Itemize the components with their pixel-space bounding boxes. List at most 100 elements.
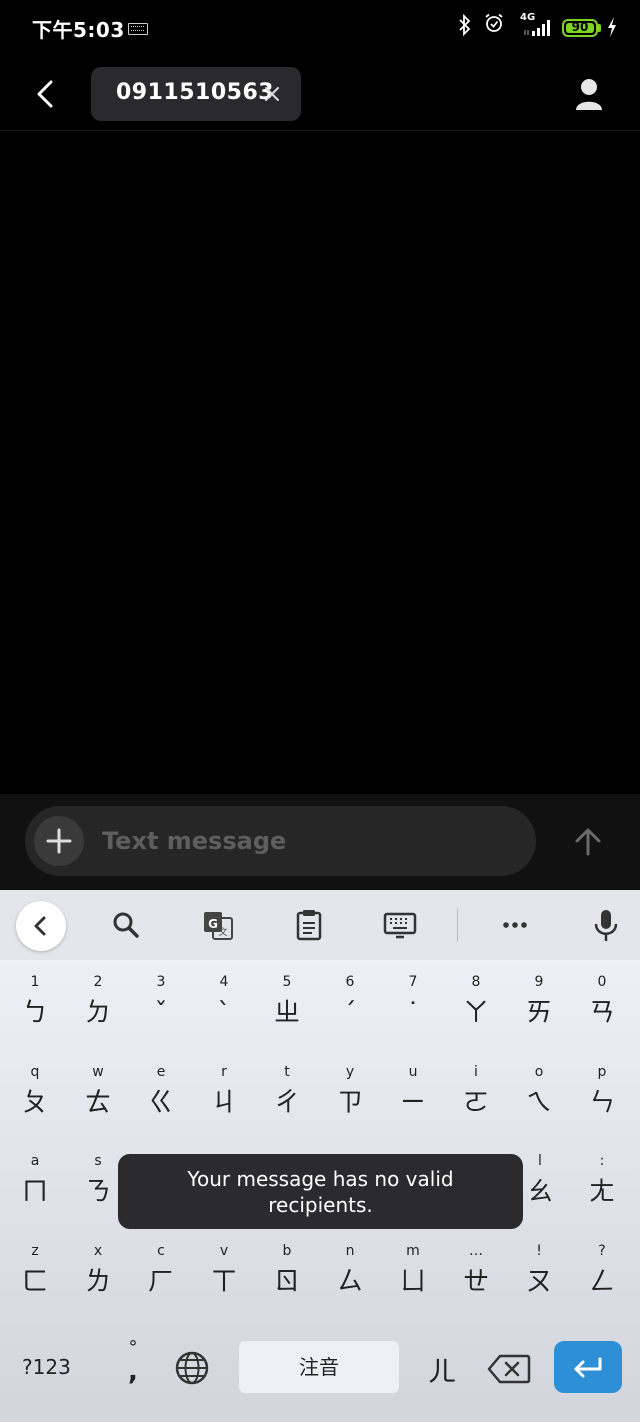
- key-main-label: ㄒ: [210, 1267, 237, 1297]
- key-n[interactable]: nㄙ: [318, 1243, 382, 1303]
- key-hint-label: 5: [282, 974, 292, 990]
- key-main-label: ㄡ: [525, 1267, 552, 1297]
- add-attachment-button[interactable]: [34, 816, 84, 866]
- voice-input-button[interactable]: [588, 907, 624, 943]
- key-a[interactable]: aㄇ: [3, 1153, 67, 1213]
- key-…[interactable]: … ㄝ: [444, 1243, 508, 1303]
- battery-level: 90: [571, 20, 589, 34]
- symbols-key[interactable]: ?123: [22, 1355, 71, 1379]
- key-5[interactable]: 5ㄓ: [255, 974, 319, 1034]
- key-hint-label: t: [284, 1064, 290, 1080]
- key-7[interactable]: 7 ˙: [381, 974, 445, 1034]
- toast-line-1: Your message has no valid: [187, 1167, 454, 1191]
- key-w[interactable]: wㄊ: [66, 1064, 130, 1124]
- key-main-label: ㄚ: [462, 998, 489, 1028]
- language-switch-key[interactable]: [172, 1348, 212, 1388]
- space-key[interactable]: 注音: [239, 1341, 399, 1393]
- more-icon: [503, 922, 527, 928]
- close-icon: [265, 87, 279, 101]
- key-hint-label: w: [92, 1064, 104, 1080]
- key-2[interactable]: 2ㄉ: [66, 974, 130, 1034]
- signal-icon: [524, 20, 552, 36]
- key-o[interactable]: oㄟ: [507, 1064, 571, 1124]
- key-main-label: ㄥ: [588, 1267, 615, 1297]
- key-hint-label: 4: [219, 974, 229, 990]
- search-button[interactable]: [108, 907, 144, 943]
- key-![interactable]: ! ㄡ: [507, 1243, 571, 1303]
- search-icon: [113, 912, 139, 938]
- enter-key[interactable]: [554, 1341, 622, 1393]
- clipboard-button[interactable]: [291, 907, 327, 943]
- key-q[interactable]: qㄆ: [3, 1064, 67, 1124]
- key-e[interactable]: eㄍ: [129, 1064, 193, 1124]
- key-z[interactable]: zㄈ: [3, 1243, 67, 1303]
- key-m[interactable]: mㄩ: [381, 1243, 445, 1303]
- key-main-label: ㄊ: [84, 1088, 111, 1118]
- key-hint-label: z: [31, 1243, 39, 1259]
- punctuation-key[interactable]: ° ,: [118, 1337, 148, 1397]
- key-x[interactable]: xㄌ: [66, 1243, 130, 1303]
- key-hint-label: p: [597, 1064, 607, 1080]
- key-hint-label: 3: [156, 974, 166, 990]
- key-hint-label: 9: [534, 974, 544, 990]
- key-p[interactable]: pㄣ: [570, 1064, 634, 1124]
- keyboard-settings-button[interactable]: [382, 907, 418, 943]
- translate-button[interactable]: G文: [200, 907, 236, 943]
- key-b[interactable]: bㄖ: [255, 1243, 319, 1303]
- key-y[interactable]: yㄗ: [318, 1064, 382, 1124]
- send-button[interactable]: [566, 820, 610, 864]
- send-arrow-up-icon: [575, 828, 601, 856]
- message-input[interactable]: [102, 826, 522, 856]
- key-main-label: ㄝ: [462, 1267, 489, 1297]
- back-button[interactable]: [24, 72, 68, 116]
- key-main-label: ˋ: [217, 998, 231, 1028]
- collapse-toolbar-button[interactable]: [16, 901, 66, 951]
- key-u[interactable]: uㄧ: [381, 1064, 445, 1124]
- key-v[interactable]: vㄒ: [192, 1243, 256, 1303]
- key-4[interactable]: 4ˋ: [192, 974, 256, 1034]
- remove-recipient-button[interactable]: [259, 81, 285, 107]
- conversation-header: 0911510563: [0, 56, 640, 131]
- key-0[interactable]: 0ㄢ: [570, 974, 634, 1034]
- key-er[interactable]: ㄦ: [428, 1350, 456, 1390]
- recipient-chip[interactable]: 0911510563: [91, 67, 301, 121]
- key-t[interactable]: tㄔ: [255, 1064, 319, 1124]
- key-main-label: ˙: [406, 998, 420, 1028]
- contact-button[interactable]: [568, 72, 610, 116]
- enter-icon: [574, 1357, 602, 1378]
- battery-nub: [598, 24, 601, 32]
- key-hint-label: c: [157, 1243, 165, 1259]
- key-1[interactable]: 1ㄅ: [3, 974, 67, 1034]
- key-main-label: ㄛ: [462, 1088, 489, 1118]
- key-r[interactable]: rㄐ: [192, 1064, 256, 1124]
- key-6[interactable]: 6ˊ: [318, 974, 382, 1034]
- key-hint-label: i: [474, 1064, 478, 1080]
- key-main-label: ㄉ: [84, 998, 111, 1028]
- recipient-number: 0911510563: [116, 80, 275, 105]
- backspace-key[interactable]: [486, 1352, 532, 1386]
- key-9[interactable]: 9ㄞ: [507, 974, 571, 1034]
- key-3[interactable]: 3ˇ: [129, 974, 193, 1034]
- backspace-icon: [487, 1354, 531, 1384]
- key-main-label: ㄖ: [273, 1267, 300, 1297]
- key-hint-label: v: [219, 1243, 229, 1259]
- more-options-button[interactable]: [497, 907, 533, 943]
- toast-line-2: recipients.: [268, 1193, 373, 1217]
- key-main-label: ㄍ: [147, 1088, 174, 1118]
- key-hint-label: …: [469, 1243, 483, 1259]
- plus-icon: [46, 828, 72, 854]
- key-hint-label: n: [345, 1243, 355, 1259]
- key-i[interactable]: iㄛ: [444, 1064, 508, 1124]
- key-main-label: ㄓ: [273, 998, 300, 1028]
- key-hint-label: 0: [597, 974, 607, 990]
- key-:[interactable]: :ㄤ: [570, 1153, 634, 1213]
- key-main-label: ㄅ: [21, 998, 48, 1028]
- status-time: 下午5:03: [32, 18, 125, 42]
- key-main-label: ㄣ: [588, 1088, 615, 1118]
- key-hint-label: 8: [471, 974, 481, 990]
- key-8[interactable]: 8ㄚ: [444, 974, 508, 1034]
- battery-icon: 90: [562, 19, 598, 37]
- svg-text:文: 文: [218, 926, 227, 938]
- key-?[interactable]: ? ㄥ: [570, 1243, 634, 1303]
- key-c[interactable]: cㄏ: [129, 1243, 193, 1303]
